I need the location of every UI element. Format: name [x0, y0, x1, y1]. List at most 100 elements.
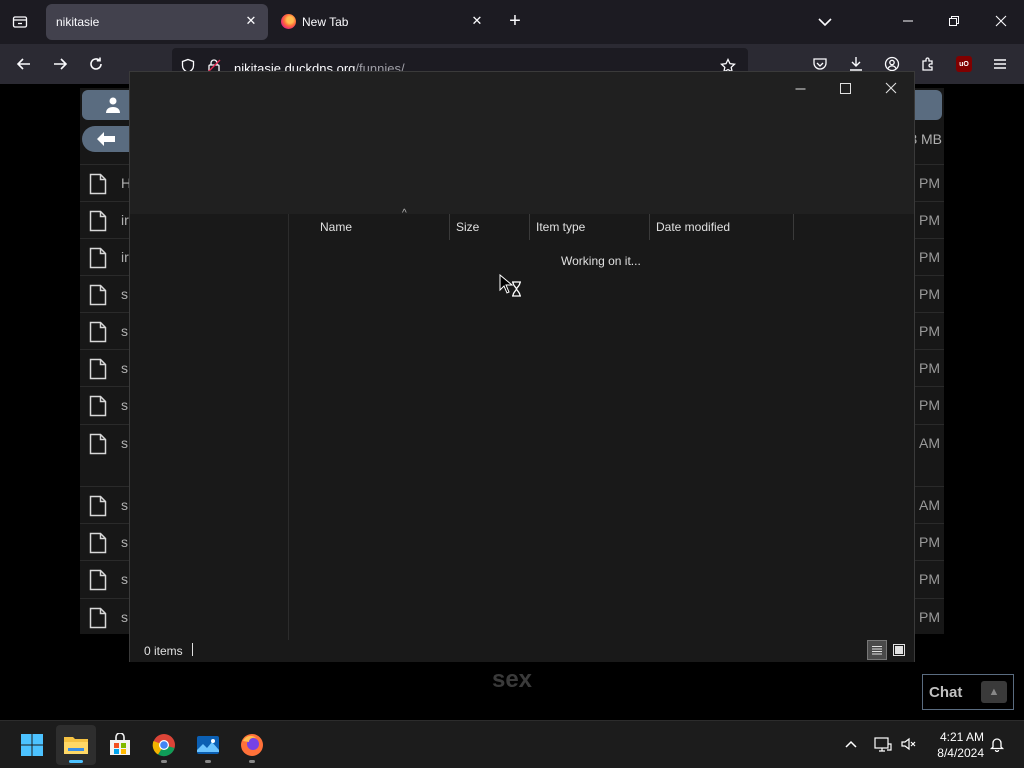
- file-name[interactable]: s: [121, 534, 128, 550]
- column-label: Size: [456, 220, 480, 234]
- file-name[interactable]: s: [121, 323, 128, 339]
- file-modified-time: AM: [919, 497, 940, 513]
- tab-new-tab[interactable]: New Tab ✕: [272, 4, 494, 40]
- file-modified-time: PM: [919, 249, 940, 265]
- file-icon: [89, 532, 107, 554]
- running-indicator: [249, 760, 255, 763]
- running-indicator: [161, 760, 167, 763]
- minimize-icon[interactable]: [897, 10, 919, 32]
- tab-label: New Tab: [302, 15, 349, 29]
- column-header-date-modified[interactable]: Date modified: [650, 214, 794, 240]
- photos-icon: [197, 736, 219, 754]
- microsoft-store-app[interactable]: [100, 725, 140, 765]
- clock-time: 4:21 AM: [939, 730, 984, 744]
- details-view-icon[interactable]: [867, 640, 887, 660]
- close-tab-icon[interactable]: ✕: [242, 12, 260, 30]
- column-header-name[interactable]: ^ Name: [314, 208, 450, 240]
- reload-icon[interactable]: [84, 52, 108, 76]
- status-bar: 0 items: [130, 640, 914, 662]
- file-icon: [89, 173, 107, 195]
- file-name[interactable]: s: [121, 571, 128, 587]
- file-icon: [89, 284, 107, 306]
- column-header-size[interactable]: Size: [450, 214, 530, 240]
- taskbar: 4:21 AM 8/4/2024: [0, 720, 1024, 768]
- new-tab-button[interactable]: +: [504, 10, 526, 32]
- file-icon: [89, 210, 107, 232]
- chevron-up-icon[interactable]: [842, 735, 860, 753]
- start-button[interactable]: [12, 725, 52, 765]
- sort-ascending-icon: ^: [402, 208, 407, 219]
- maximize-icon[interactable]: [830, 76, 860, 100]
- back-arrow-icon[interactable]: [12, 52, 36, 76]
- user-icon: [104, 96, 122, 114]
- tab-nikitasie[interactable]: nikitasie ✕: [46, 4, 268, 40]
- notification-bell-icon[interactable]: [988, 735, 1006, 753]
- firefox-app[interactable]: [232, 725, 272, 765]
- close-tab-icon[interactable]: ✕: [468, 12, 486, 30]
- file-icon: [89, 495, 107, 517]
- file-icon: [89, 358, 107, 380]
- active-indicator: [69, 760, 83, 763]
- volume-muted-icon[interactable]: [900, 735, 918, 753]
- file-explorer-app[interactable]: [56, 725, 96, 765]
- network-icon[interactable]: [874, 735, 892, 753]
- file-name[interactable]: s: [121, 435, 128, 451]
- store-bag-icon: [110, 733, 130, 755]
- text-caret: [192, 643, 193, 656]
- file-name[interactable]: s: [121, 360, 128, 376]
- windows-logo-icon: [21, 734, 43, 756]
- file-dialog: ^ Name Size Item type Date modified Work…: [129, 71, 915, 662]
- browser-tab-bar: nikitasie ✕ New Tab ✕ +: [0, 0, 1024, 44]
- file-icon: [89, 247, 107, 269]
- column-label: Item type: [536, 220, 586, 234]
- loading-message: Working on it...: [561, 254, 641, 268]
- file-modified-time: PM: [919, 212, 940, 228]
- firefox-view-icon[interactable]: [8, 10, 32, 34]
- back-button[interactable]: [82, 126, 130, 152]
- file-icon: [89, 395, 107, 417]
- file-modified-time: PM: [919, 323, 940, 339]
- close-window-icon[interactable]: [990, 10, 1012, 32]
- file-list-view[interactable]: ^ Name Size Item type Date modified Work…: [290, 208, 914, 640]
- ublock-origin-icon[interactable]: uO: [954, 54, 974, 74]
- file-name[interactable]: ir: [121, 249, 129, 265]
- photos-app[interactable]: [188, 725, 228, 765]
- file-icon: [89, 607, 107, 629]
- chrome-app[interactable]: [144, 725, 184, 765]
- restore-icon[interactable]: [943, 10, 965, 32]
- navigation-pane[interactable]: [130, 214, 289, 640]
- forward-arrow-icon[interactable]: [48, 52, 72, 76]
- file-name[interactable]: s: [121, 497, 128, 513]
- firefox-icon: [281, 14, 296, 29]
- large-icons-view-icon[interactable]: [889, 640, 909, 660]
- tab-label: nikitasie: [56, 15, 100, 29]
- extensions-icon[interactable]: [918, 54, 938, 74]
- expand-up-icon[interactable]: ▲: [981, 681, 1007, 703]
- arrow-left-icon: [97, 132, 115, 146]
- file-name[interactable]: s: [121, 397, 128, 413]
- running-indicator: [205, 760, 211, 763]
- file-modified-time: PM: [919, 571, 940, 587]
- page-footer-text: sex: [491, 666, 533, 693]
- column-header-item-type[interactable]: Item type: [530, 214, 650, 240]
- busy-cursor-icon: [499, 274, 521, 297]
- chevron-down-icon[interactable]: [814, 12, 836, 32]
- dialog-header: [130, 72, 914, 214]
- file-icon: [89, 569, 107, 591]
- firefox-icon: [241, 734, 263, 756]
- minimize-icon[interactable]: [785, 76, 815, 100]
- file-name[interactable]: s: [121, 609, 128, 625]
- column-label: Name: [320, 220, 353, 234]
- file-modified-time: PM: [919, 360, 940, 376]
- hamburger-menu-icon[interactable]: [990, 54, 1010, 74]
- system-clock[interactable]: 4:21 AM 8/4/2024: [937, 729, 984, 761]
- close-dialog-icon[interactable]: [876, 76, 906, 100]
- file-name[interactable]: s: [121, 286, 128, 302]
- chat-label: Chat: [929, 684, 963, 701]
- file-name[interactable]: ir: [121, 212, 129, 228]
- chat-widget[interactable]: Chat ▲: [922, 674, 1014, 710]
- file-modified-time: AM: [919, 435, 940, 451]
- file-modified-time: PM: [919, 397, 940, 413]
- file-modified-time: PM: [919, 609, 940, 625]
- desktop: nikitasie ✕ New Tab ✕ + nikitasie.duckdn…: [0, 0, 1024, 768]
